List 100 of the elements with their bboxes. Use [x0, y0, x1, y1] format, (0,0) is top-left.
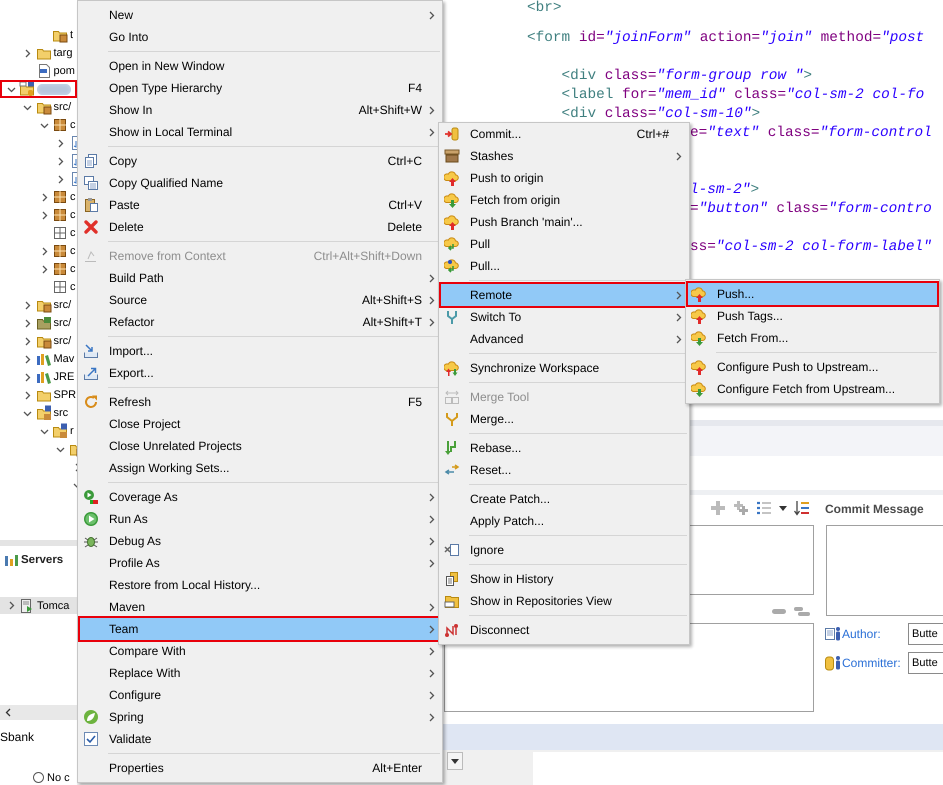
menu-item[interactable]: Create Patch...	[441, 488, 687, 510]
menu-item[interactable]: Delete Delete	[80, 216, 440, 238]
menu-item[interactable]: Assign Working Sets...	[80, 457, 440, 479]
run-icon	[83, 511, 99, 527]
menu-item[interactable]: Refactor Alt+Shift+T	[80, 311, 440, 333]
branch-icon	[444, 309, 460, 325]
menu-item[interactable]: Rebase...	[441, 437, 687, 459]
add-icon	[710, 500, 726, 516]
menu-item[interactable]: Properties Alt+Enter	[80, 757, 440, 779]
menu-item[interactable]: Open in New Window	[80, 55, 440, 77]
package-icon	[52, 189, 68, 205]
committer-link[interactable]: Committer:	[842, 656, 908, 670]
code-line: <br>	[527, 0, 562, 16]
menu-item[interactable]: Disconnect	[441, 619, 687, 641]
menu-item[interactable]: Push Tags...	[688, 305, 937, 327]
menu-item[interactable]: Configure	[80, 684, 440, 706]
menu-item[interactable]: Ignore	[441, 539, 687, 561]
menu-item[interactable]: Run As	[80, 508, 440, 530]
menu-item[interactable]: Close Project	[80, 413, 440, 435]
menu-item[interactable]: Validate	[80, 728, 440, 750]
tree-item[interactable]: pom	[0, 62, 77, 80]
menu-item[interactable]: Push to origin	[441, 167, 687, 189]
menu-item[interactable]: Show In Alt+Shift+W	[80, 99, 440, 121]
tree-item[interactable]: c	[0, 206, 77, 224]
menu-item[interactable]: Show in History	[441, 568, 687, 590]
tree-item[interactable]: c	[0, 242, 77, 260]
menu-item[interactable]: Restore from Local History...	[80, 574, 440, 596]
history-icon	[444, 571, 460, 587]
resource-folder-icon	[36, 315, 52, 331]
menu-item[interactable]: Spring	[80, 706, 440, 728]
menu-item[interactable]: Pull	[441, 233, 687, 255]
tree-item[interactable]: JRE	[0, 368, 77, 386]
tree-item[interactable]: SPR	[0, 386, 77, 404]
menu-item[interactable]: Push...	[688, 283, 937, 305]
menu-item[interactable]: Fetch from origin	[441, 189, 687, 211]
menu-item[interactable]: Fetch From...	[688, 327, 937, 349]
menu-item[interactable]: Maven	[80, 596, 440, 618]
menu-item[interactable]: Export...	[80, 362, 440, 384]
menu-item[interactable]: Profile As	[80, 552, 440, 574]
menu-item[interactable]: Team	[80, 618, 440, 640]
dropdown-arrow-icon	[779, 506, 787, 510]
menu-item[interactable]: Paste Ctrl+V	[80, 194, 440, 216]
menu-item[interactable]: Push Branch 'main'...	[441, 211, 687, 233]
menu-item[interactable]: Show in Repositories View	[441, 590, 687, 612]
menu-item[interactable]: Configure Fetch from Upstream...	[688, 378, 937, 400]
library-icon	[36, 369, 52, 385]
menu-item[interactable]: Pull...	[441, 255, 687, 277]
list-icon	[756, 500, 772, 516]
menu-item[interactable]: Apply Patch...	[441, 510, 687, 532]
menu-item[interactable]: Remote	[441, 284, 687, 306]
scrollbar[interactable]	[0, 705, 77, 720]
code-line: l-sm-2">	[690, 182, 760, 198]
menu-item[interactable]: Copy Qualified Name	[80, 172, 440, 194]
menu-item[interactable]: Close Unrelated Projects	[80, 435, 440, 457]
cloud-pull-icon	[444, 236, 460, 252]
menu-item[interactable]: Configure Push to Upstream...	[688, 356, 937, 378]
tree-item[interactable]: c	[0, 260, 77, 278]
tree-item[interactable]: t	[0, 26, 77, 44]
menu-item[interactable]: Replace With	[80, 662, 440, 684]
tree-item[interactable]: r	[0, 422, 77, 440]
menu-item[interactable]: Show in Local Terminal	[80, 121, 440, 143]
menu-item[interactable]: Open Type Hierarchy F4	[80, 77, 440, 99]
author-field[interactable]: Butte	[908, 623, 943, 645]
author-link[interactable]: Author:	[842, 627, 908, 641]
menu-item[interactable]: Advanced	[441, 328, 687, 350]
menu-item[interactable]: Synchronize Workspace	[441, 357, 687, 379]
menu-item[interactable]: Import...	[80, 340, 440, 362]
menu-item[interactable]: Merge...	[441, 408, 687, 430]
copy-icon	[83, 153, 99, 169]
menu-item[interactable]: Coverage As	[80, 486, 440, 508]
menu-item[interactable]: Compare With	[80, 640, 440, 662]
cloud-upload-icon	[691, 359, 707, 375]
tree-item[interactable]: c	[0, 116, 77, 134]
tree-item[interactable]: targ	[0, 44, 77, 62]
menu-item[interactable]: New	[80, 4, 440, 26]
menu-item[interactable]: Reset...	[441, 459, 687, 481]
menu-item[interactable]: Commit... Ctrl+#	[441, 123, 687, 145]
radio-button[interactable]	[33, 772, 44, 783]
tree-item[interactable]: c	[0, 278, 77, 296]
menu-item[interactable]: Switch To	[441, 306, 687, 328]
tree-item[interactable]: src/	[0, 98, 77, 116]
menu-item[interactable]: Build Path	[80, 267, 440, 289]
tree-item[interactable]: src/	[0, 332, 77, 350]
tree-item[interactable]: src	[0, 404, 77, 422]
committer-field[interactable]: Butte	[908, 652, 943, 674]
tree-item[interactable]: Mav	[0, 350, 77, 368]
menu-item[interactable]: Debug As	[80, 530, 440, 552]
tree-item[interactable]: src/	[0, 314, 77, 332]
menu-item[interactable]: Go Into	[80, 26, 440, 48]
commit-message-field[interactable]	[826, 525, 943, 616]
menu-item[interactable]: Stashes	[441, 145, 687, 167]
menu-item[interactable]: Source Alt+Shift+S	[80, 289, 440, 311]
menu-item[interactable]: Copy Ctrl+C	[80, 150, 440, 172]
tree-item[interactable]	[0, 80, 77, 98]
dropdown-button[interactable]	[447, 752, 463, 770]
tree-item[interactable]: c	[0, 224, 77, 242]
tree-item[interactable]: src/	[0, 296, 77, 314]
tree-item[interactable]: c	[0, 188, 77, 206]
menu-item[interactable]: Refresh F5	[80, 391, 440, 413]
tree-item[interactable]: Tomca	[0, 597, 77, 614]
